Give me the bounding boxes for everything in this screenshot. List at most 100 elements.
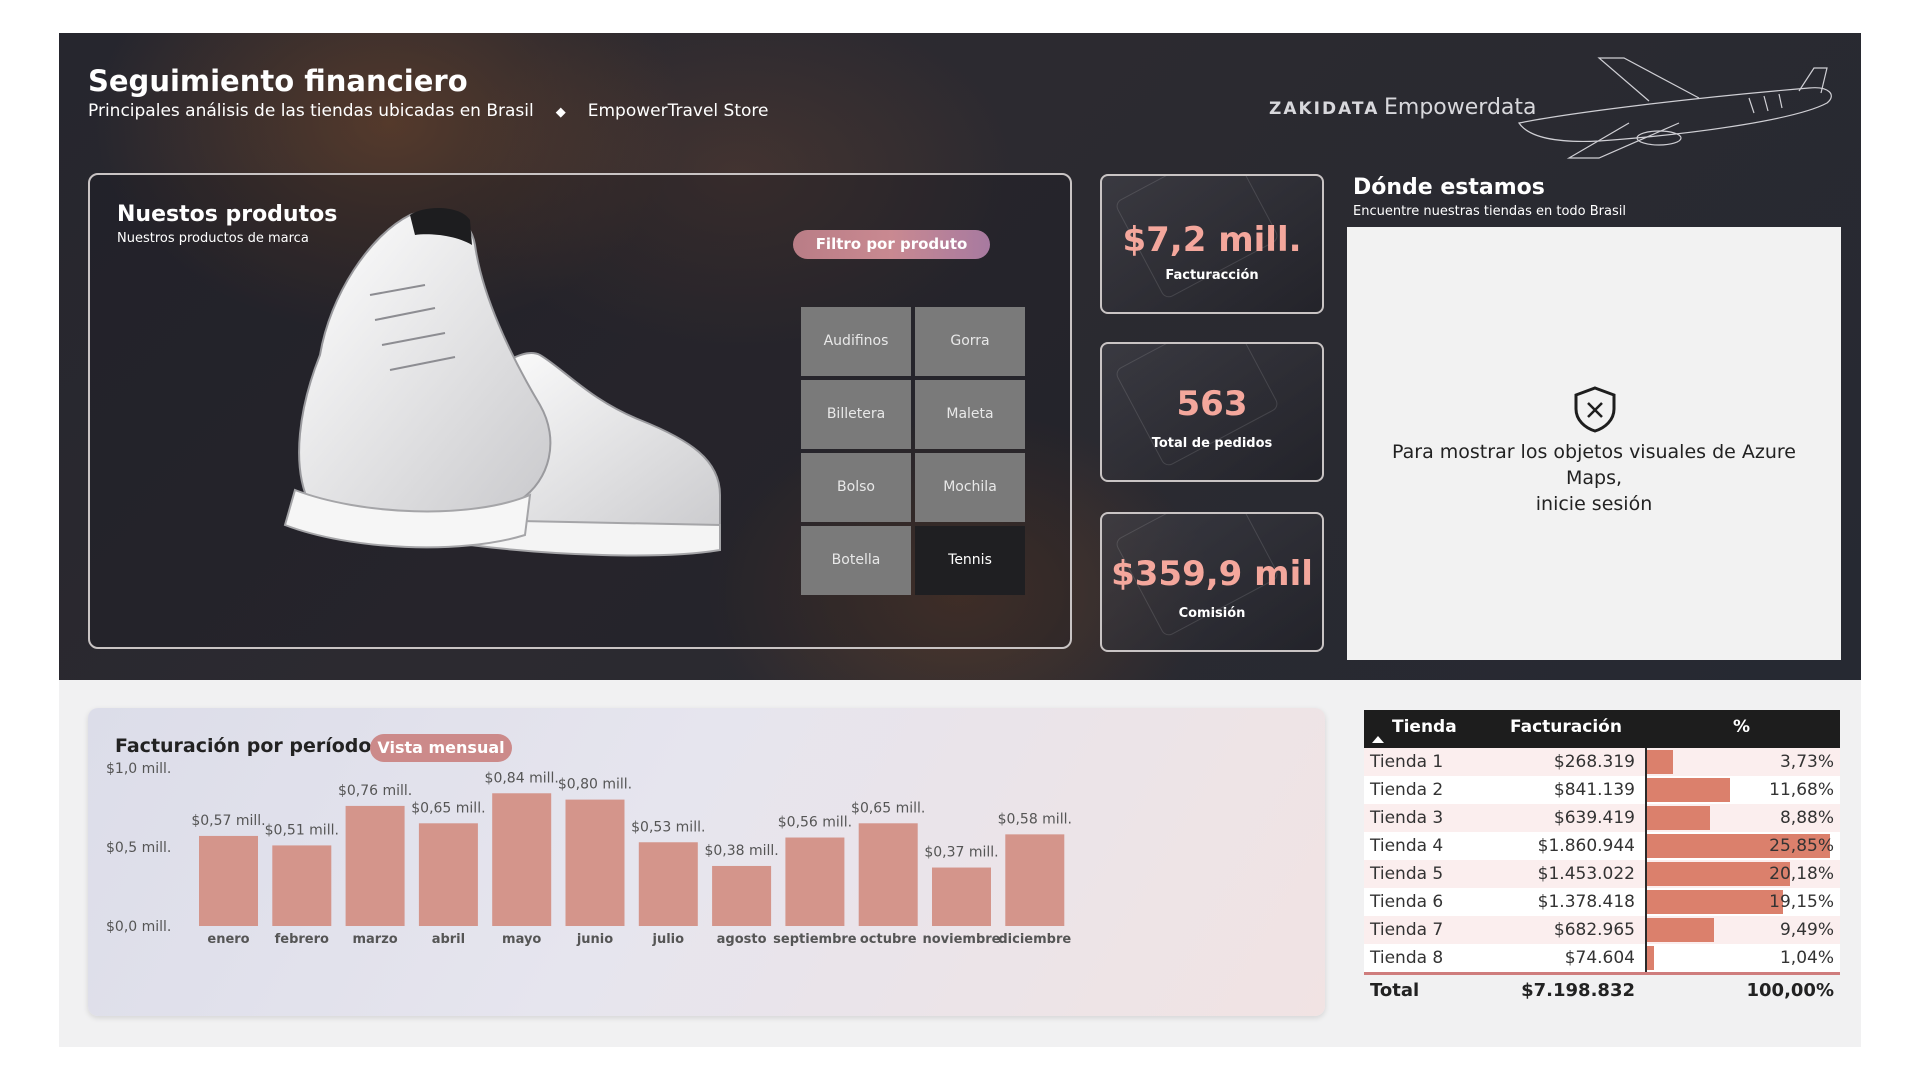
filter-tile-audifinos[interactable]: Audifinos xyxy=(801,307,911,376)
data-label: $0,76 mill. xyxy=(338,783,412,799)
kpi-card-facturacion: $7,2 mill. Facturacción xyxy=(1100,174,1324,314)
data-label: $0,53 mill. xyxy=(631,819,705,835)
header-tienda[interactable]: Tienda xyxy=(1392,717,1457,737)
store-name-cell: Tienda 3 xyxy=(1370,808,1444,828)
data-label: $0,38 mill. xyxy=(704,843,778,859)
sneaker-image xyxy=(283,208,721,557)
share-bar xyxy=(1647,778,1730,802)
percent-cell: 11,68% xyxy=(1769,780,1834,800)
total-label: Total xyxy=(1370,980,1420,1001)
bar-diciembre xyxy=(1005,834,1065,926)
azure-map-placeholder[interactable]: Para mostrar los objetos visuales de Azu… xyxy=(1347,227,1841,660)
store-name-cell: Tienda 7 xyxy=(1370,920,1444,940)
filter-tile-tennis[interactable]: Tennis xyxy=(915,526,1025,595)
bar-chart: $0,0 mill. $0,5 mill. $1,0 mill. $0,57 mill… xyxy=(106,761,1072,947)
x-tick-label: diciembre xyxy=(998,932,1071,947)
data-label: $0,84 mill. xyxy=(485,770,559,786)
billing-cell: $1.453.022 xyxy=(1537,864,1635,884)
billing-cell: $268.319 xyxy=(1553,752,1635,772)
zakidata-logo: ZAKIDATA xyxy=(1269,99,1380,119)
bar-axis-line xyxy=(1645,860,1647,888)
store-name: EmpowerTravel Store xyxy=(587,101,769,121)
products-panel: Nuestos produtos Nuestros productos de m… xyxy=(88,173,1072,649)
chart-card: Facturación por período Vista mensual $0… xyxy=(88,708,1325,1016)
map-title: Dónde estamos xyxy=(1353,175,1545,200)
map-subtitle: Encuentre nuestras tiendas en todo Brasi… xyxy=(1353,204,1626,219)
table-row[interactable]: Tienda 7 $682.965 9,49% xyxy=(1364,916,1840,944)
share-bar xyxy=(1647,750,1674,774)
table-row[interactable]: Tienda 4 $1.860.944 25,85% xyxy=(1364,832,1840,860)
airplane-icon xyxy=(1518,57,1832,159)
table-header: Tienda Facturación % xyxy=(1364,710,1840,748)
billing-cell: $74.604 xyxy=(1564,948,1635,968)
table-row[interactable]: Tienda 8 $74.604 1,04% xyxy=(1364,944,1840,972)
bar-noviembre xyxy=(932,867,991,926)
store-name-cell: Tienda 4 xyxy=(1370,836,1444,856)
table-row[interactable]: Tienda 6 $1.378.418 19,15% xyxy=(1364,888,1840,916)
subtitle-text: Principales análisis de las tiendas ubic… xyxy=(88,101,534,121)
x-tick-label: agosto xyxy=(717,932,767,947)
billing-cell: $841.139 xyxy=(1553,780,1635,800)
bar-axis-line xyxy=(1645,776,1647,804)
filter-tile-billetera[interactable]: Billetera xyxy=(801,380,911,449)
x-tick-label: abril xyxy=(432,932,465,947)
data-label: $0,80 mill. xyxy=(558,777,632,793)
bar-axis-line xyxy=(1645,888,1647,916)
kpi-card-comision: $359,9 mil Comisión xyxy=(1100,512,1324,652)
sort-ascending-icon[interactable] xyxy=(1372,736,1384,743)
filter-tile-bolso[interactable]: Bolso xyxy=(801,453,911,522)
kpi-card-pedidos: 563 Total de pedidos xyxy=(1100,342,1324,482)
percent-cell: 3,73% xyxy=(1779,752,1834,772)
bar-axis-line xyxy=(1645,944,1647,972)
store-name-cell: Tienda 1 xyxy=(1370,752,1444,772)
header-facturacion[interactable]: Facturación xyxy=(1510,717,1622,737)
table-row[interactable]: Tienda 5 $1.453.022 20,18% xyxy=(1364,860,1840,888)
map-message-line2: inicie sesión xyxy=(1535,493,1653,515)
filter-tile-mochila[interactable]: Mochila xyxy=(915,453,1025,522)
filter-tile-botella[interactable]: Botella xyxy=(801,526,911,595)
table-row[interactable]: Tienda 1 $268.319 3,73% xyxy=(1364,748,1840,776)
y-tick-label: $0,0 mill. xyxy=(106,919,171,935)
map-signin-message: Para mostrar los objetos visuales de Azu… xyxy=(1367,439,1821,517)
kpi-label: Comisión xyxy=(1178,606,1246,621)
percent-cell: 19,15% xyxy=(1769,892,1834,912)
y-tick-label: $0,5 mill. xyxy=(106,840,171,856)
product-filter-grid: Audifinos Gorra Billetera Maleta Bolso M… xyxy=(801,307,1025,595)
store-name-cell: Tienda 6 xyxy=(1370,892,1444,912)
table-row[interactable]: Tienda 2 $841.139 11,68% xyxy=(1364,776,1840,804)
data-label: $0,58 mill. xyxy=(998,811,1072,827)
separator-icon: ◆ xyxy=(555,105,566,120)
percent-cell: 25,85% xyxy=(1769,836,1834,856)
percent-cell: 9,49% xyxy=(1779,920,1834,940)
share-bar xyxy=(1647,890,1783,914)
filter-tile-maleta[interactable]: Maleta xyxy=(915,380,1025,449)
table-row[interactable]: Tienda 3 $639.419 8,88% xyxy=(1364,804,1840,832)
x-tick-label: enero xyxy=(207,932,249,947)
header-panel: Seguimiento financiero Principales análi… xyxy=(59,33,1861,680)
kpi-value: $7,2 mill. xyxy=(1122,220,1302,260)
total-value: $7.198.832 xyxy=(1521,980,1635,1001)
bar-mayo xyxy=(492,793,552,926)
map-message-line1: Para mostrar los objetos visuales de Azu… xyxy=(1392,441,1796,489)
share-bar xyxy=(1647,806,1710,830)
header-percent[interactable]: % xyxy=(1733,717,1750,737)
kpi-label: Total de pedidos xyxy=(1151,436,1273,451)
x-tick-label: mayo xyxy=(502,932,541,947)
shield-x-icon xyxy=(1574,386,1616,433)
store-name-cell: Tienda 5 xyxy=(1370,864,1444,884)
billing-cell: $1.860.944 xyxy=(1537,836,1635,856)
product-filter-button[interactable]: Filtro por produto xyxy=(793,230,990,259)
bar-abril xyxy=(418,823,478,926)
bar-febrero xyxy=(272,845,332,926)
kpi-value: 563 xyxy=(1176,384,1248,424)
bar-agosto xyxy=(712,865,772,926)
bar-junio xyxy=(565,799,625,926)
data-label: $0,57 mill. xyxy=(191,813,265,829)
percent-cell: 8,88% xyxy=(1779,808,1834,828)
x-tick-label: marzo xyxy=(352,932,397,947)
billing-cell: $1.378.418 xyxy=(1537,892,1635,912)
table-body: Tienda 1 $268.319 3,73% Tienda 2 $841.139 11,… xyxy=(1364,748,1840,972)
x-tick-label: septiembre xyxy=(773,932,857,947)
filter-tile-gorra[interactable]: Gorra xyxy=(915,307,1025,376)
page-title: Seguimiento financiero xyxy=(88,64,468,98)
